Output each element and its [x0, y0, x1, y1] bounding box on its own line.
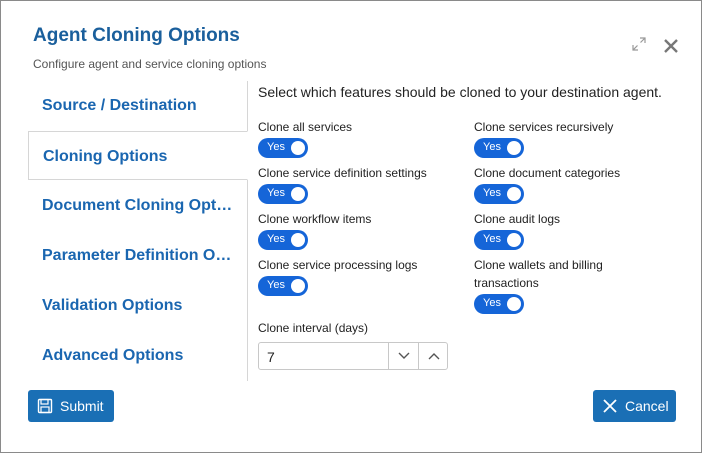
toggle-knob [291, 233, 305, 247]
sidebar-item-label: Source / Destination [42, 97, 197, 114]
decrement-button[interactable] [388, 343, 419, 369]
toggle-value: Yes [483, 233, 501, 245]
toggle-value: Yes [483, 297, 501, 309]
toggle-knob [291, 187, 305, 201]
sidebar-item-cloning-options[interactable]: Cloning Options [28, 131, 248, 180]
increment-button[interactable] [418, 343, 449, 369]
interval-stepper [258, 342, 449, 371]
toggle-value: Yes [267, 187, 285, 199]
sidebar-item-label: Cloning Options [43, 148, 168, 165]
toggle-clone-all-services[interactable]: Yes [258, 138, 308, 158]
sidebar-item-parameter-definition-options[interactable]: Parameter Definition Options [28, 231, 247, 280]
option-label-clone-document-categories: Clone document categories [474, 166, 621, 180]
toggle-clone-service-processing-logs[interactable]: Yes [258, 276, 308, 296]
intro-text: Select which features should be cloned t… [258, 84, 662, 100]
chevron-down-icon [398, 352, 410, 359]
toggle-clone-services-recursively[interactable]: Yes [474, 138, 524, 158]
dialog-title: Agent Cloning Options [33, 25, 240, 46]
cancel-label: Cancel [625, 398, 669, 414]
toggle-value: Yes [267, 279, 285, 291]
toggle-value: Yes [483, 187, 501, 199]
option-label-clone-workflow-items: Clone workflow items [258, 212, 372, 226]
options-sidebar: Source / Destination Cloning Options Doc… [28, 81, 248, 381]
sidebar-item-document-cloning-options[interactable]: Document Cloning Options [28, 181, 247, 230]
sidebar-item-validation-options[interactable]: Validation Options [28, 281, 247, 330]
toggle-knob [291, 141, 305, 155]
toggle-knob [507, 233, 521, 247]
sidebar-item-label: Document Cloning Options [42, 197, 234, 214]
dialog-subtitle: Configure agent and service cloning opti… [33, 57, 267, 71]
sidebar-item-source-destination[interactable]: Source / Destination [28, 81, 247, 130]
option-label-clone-all-services: Clone all services [258, 120, 353, 134]
toggle-clone-audit-logs[interactable]: Yes [474, 230, 524, 250]
toggle-value: Yes [483, 141, 501, 153]
save-icon [37, 398, 53, 414]
toggle-knob [291, 279, 305, 293]
sidebar-item-label: Validation Options [42, 297, 183, 314]
cancel-button[interactable]: Cancel [593, 390, 676, 422]
sidebar-item-label: Parameter Definition Options [42, 247, 234, 264]
cloning-options-dialog: Agent Cloning Options Configure agent an… [0, 0, 702, 453]
toggle-knob [507, 297, 521, 311]
option-label-clone-services-recursively: Clone services recursively [474, 120, 614, 134]
chevron-up-icon [428, 353, 440, 360]
cancel-x-icon [603, 399, 617, 413]
toggle-knob [507, 187, 521, 201]
toggle-value: Yes [267, 233, 285, 245]
option-label-clone-wallets-billing: Clone wallets and billing [474, 258, 603, 272]
sidebar-item-advanced-options[interactable]: Advanced Options [28, 331, 247, 380]
sidebar-item-label: Advanced Options [42, 347, 184, 364]
toggle-clone-service-definition-settings[interactable]: Yes [258, 184, 308, 204]
submit-label: Submit [60, 398, 104, 414]
option-label-clone-service-processing-logs: Clone service processing logs [258, 258, 418, 272]
toggle-clone-wallets-billing[interactable]: Yes [474, 294, 524, 314]
toggle-knob [507, 141, 521, 155]
close-icon[interactable] [663, 38, 679, 54]
toggle-clone-workflow-items[interactable]: Yes [258, 230, 308, 250]
interval-label: Clone interval (days) [258, 321, 369, 335]
expand-icon[interactable] [631, 36, 647, 52]
submit-button[interactable]: Submit [28, 390, 114, 422]
option-label-clone-wallets-billing-line2: transactions [474, 276, 539, 290]
toggle-value: Yes [267, 141, 285, 153]
interval-input[interactable] [259, 343, 397, 371]
option-label-clone-audit-logs: Clone audit logs [474, 212, 561, 226]
toggle-clone-document-categories[interactable]: Yes [474, 184, 524, 204]
option-label-clone-service-definition-settings: Clone service definition settings [258, 166, 427, 180]
